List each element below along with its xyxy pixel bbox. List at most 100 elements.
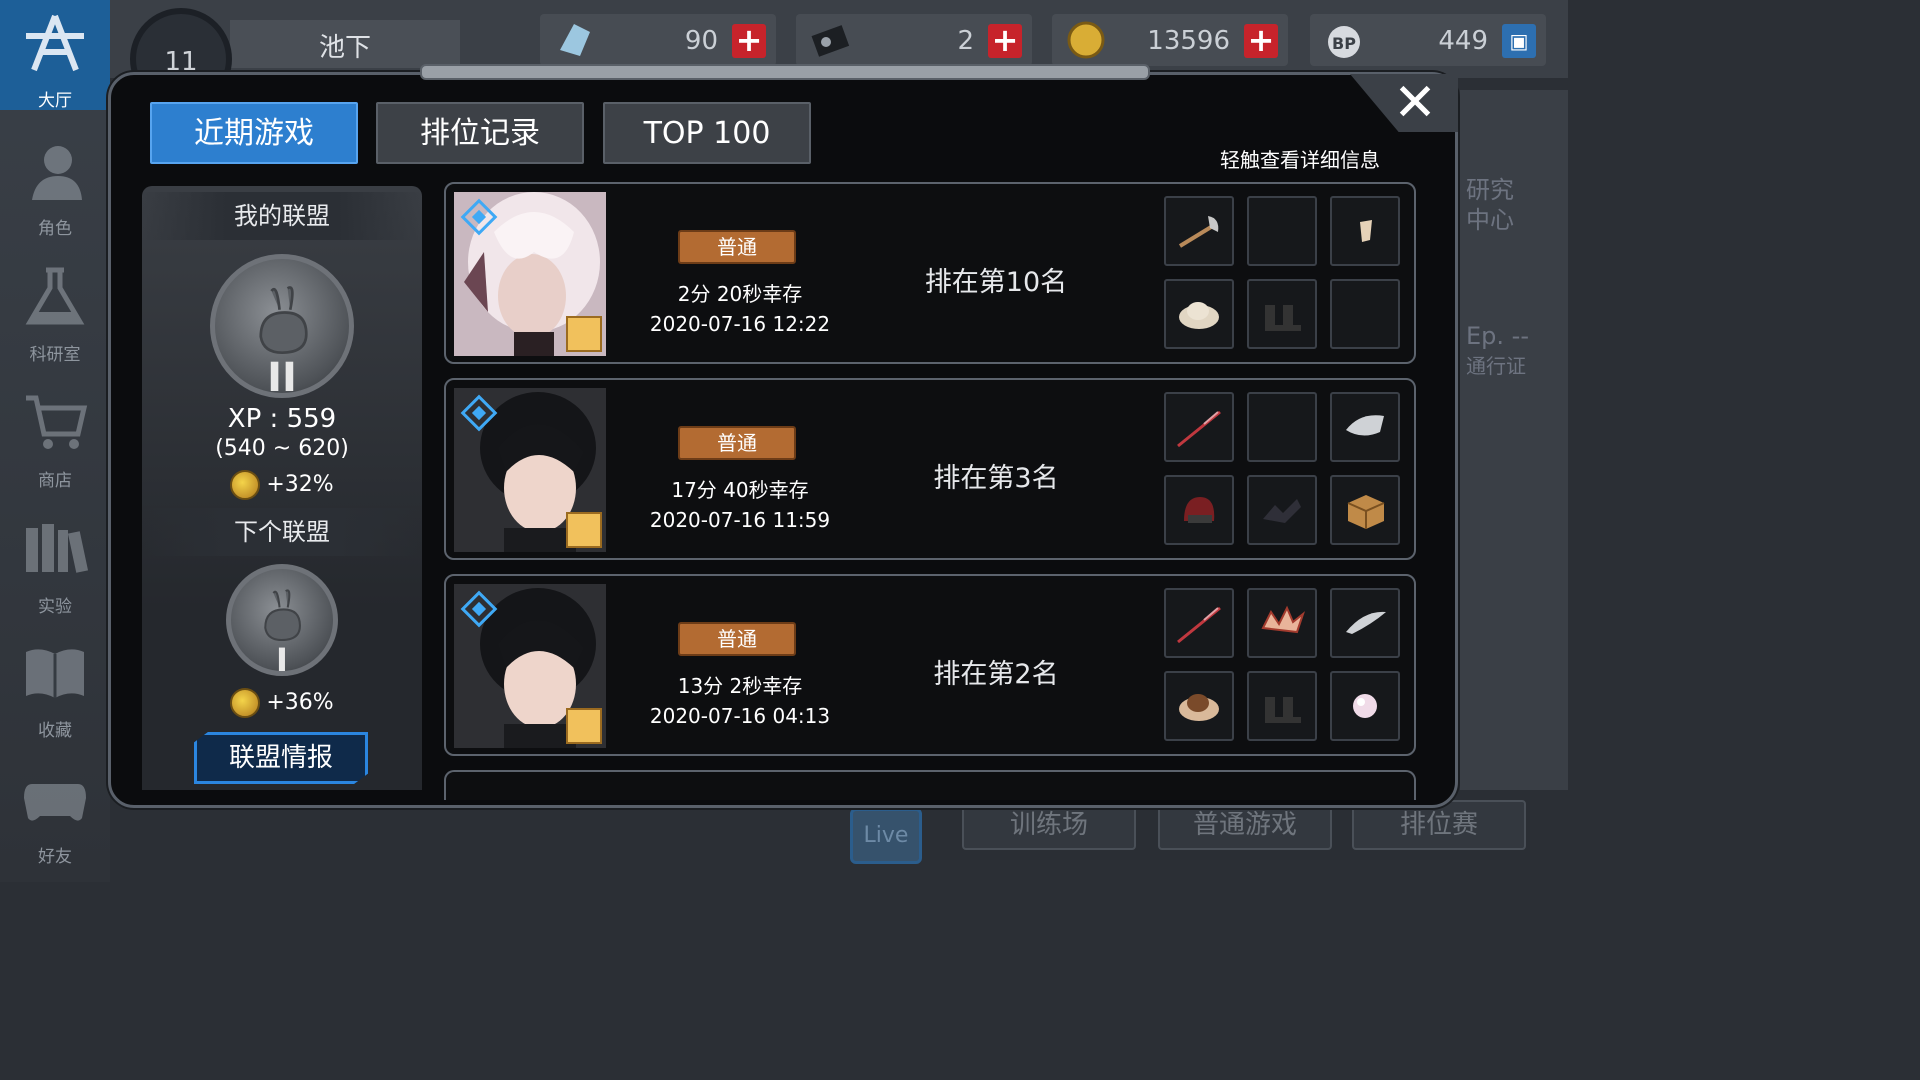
game-mode-badge: 普通 — [678, 230, 796, 264]
cart-icon — [26, 395, 88, 449]
item-slot[interactable] — [1330, 588, 1400, 658]
match-date: 2020-07-16 04:13 — [649, 704, 831, 728]
nav-item-character[interactable]: 角色 — [0, 128, 110, 239]
item-slot[interactable] — [1247, 671, 1317, 741]
add-coin-button[interactable]: + — [1244, 24, 1278, 58]
skin-badge-icon — [566, 708, 602, 744]
item-slot-empty[interactable] — [1330, 279, 1400, 349]
nav-label: 角色 — [38, 219, 72, 239]
nav-item-shop[interactable]: 商店 — [0, 380, 110, 491]
skin-badge-icon — [566, 512, 602, 548]
resource-value: 90 — [684, 26, 718, 56]
match-card[interactable]: 普通 2分 20秒幸存 2020-07-16 12:22 排在第10名 — [444, 182, 1416, 364]
item-slot[interactable] — [1164, 196, 1234, 266]
my-league-tier: II — [267, 355, 297, 401]
nav-label: 好友 — [38, 847, 72, 867]
item-slot[interactable] — [1164, 671, 1234, 741]
nav-item-friends[interactable]: 好友 — [0, 756, 110, 867]
gloves-icon — [1263, 499, 1301, 523]
nav-item-lab[interactable]: 科研室 — [0, 254, 110, 365]
item-slot[interactable] — [1330, 475, 1400, 545]
item-slot[interactable] — [1330, 392, 1400, 462]
bonus-value: +32% — [266, 472, 334, 497]
open-book-icon — [26, 649, 84, 698]
blade-icon — [1177, 606, 1221, 644]
tab-top-100[interactable]: TOP 100 — [603, 102, 811, 164]
item-slot[interactable] — [1164, 475, 1234, 545]
details-hint: 轻触查看详细信息 — [1220, 148, 1380, 172]
armor-icon — [1346, 415, 1384, 436]
bonus-value: +36% — [266, 690, 334, 715]
nav-label: 大厅 — [38, 91, 72, 111]
item-slot-empty[interactable] — [1247, 196, 1317, 266]
add-ticket-button[interactable]: + — [988, 24, 1022, 58]
next-league-medal: I — [226, 564, 338, 679]
coin-icon — [230, 688, 261, 718]
resource-bp: BP 449 ▣ — [1310, 14, 1546, 66]
character-portrait — [454, 584, 606, 748]
item-slot[interactable] — [1164, 392, 1234, 462]
item-slot[interactable] — [1247, 279, 1317, 349]
my-league-medal: II — [210, 254, 354, 401]
item-slot[interactable] — [1164, 279, 1234, 349]
nav-item-experiment[interactable]: 实验 — [0, 506, 110, 617]
bp-ticket-button[interactable]: ▣ — [1502, 24, 1536, 58]
ticket-icon — [811, 25, 850, 57]
match-rank: 排在第3名 — [933, 463, 1059, 494]
lobby-icon — [26, 14, 84, 72]
survival-time: 13分 2秒幸存 — [677, 674, 803, 698]
survival-time: 2分 20秒幸存 — [677, 282, 803, 306]
coin-icon — [230, 470, 261, 500]
item-slot[interactable] — [1330, 196, 1400, 266]
coin-icon — [1067, 21, 1105, 59]
character-portrait — [454, 388, 606, 552]
books-icon — [26, 524, 88, 573]
nav-label: 实验 — [38, 597, 72, 617]
resource-value: 449 — [1438, 26, 1488, 56]
next-league-tier: I — [276, 641, 288, 679]
close-icon[interactable]: ✕ — [1388, 77, 1442, 132]
hat-icon — [1179, 302, 1219, 329]
nav-item-collection[interactable]: 收藏 — [0, 630, 110, 741]
live-button[interactable]: Live — [850, 808, 922, 864]
resource-value: 13596 — [1147, 26, 1230, 56]
item-slot[interactable] — [1330, 671, 1400, 741]
item-slot-empty[interactable] — [1247, 392, 1317, 462]
item-slot[interactable] — [1164, 588, 1234, 658]
helmet-icon — [1184, 497, 1215, 523]
nav-label: 收藏 — [38, 721, 72, 741]
bg-text: 中心 — [1466, 206, 1514, 234]
my-league-title: 我的联盟 — [142, 192, 422, 240]
axe-icon — [1178, 216, 1219, 248]
tab-recent-games[interactable]: 近期游戏 — [150, 102, 358, 164]
boots-icon — [1265, 697, 1301, 723]
resource-value: 2 — [957, 26, 974, 56]
nav-label: 商店 — [38, 471, 72, 491]
character-icon — [32, 146, 82, 200]
match-card[interactable]: 普通 17分 40秒幸存 2020-07-16 11:59 排在第3名 — [444, 378, 1416, 560]
rabbit-icon — [259, 286, 308, 355]
match-card-partial[interactable] — [444, 770, 1416, 800]
bg-text: Ep. -- — [1466, 322, 1529, 350]
nav-item-lobby[interactable]: 大厅 — [0, 0, 110, 111]
xp-value: XP : 559 — [227, 404, 337, 434]
match-card[interactable]: 普通 13分 2秒幸存 2020-07-16 04:13 排在第2名 — [444, 574, 1416, 756]
skin-badge-icon — [566, 316, 602, 352]
blade-icon — [1177, 410, 1221, 448]
crown-icon — [1261, 605, 1306, 634]
add-crystal-button[interactable]: + — [732, 24, 766, 58]
game-mode-badge: 普通 — [678, 622, 796, 656]
bracer-icon — [1360, 220, 1372, 242]
match-date: 2020-07-16 11:59 — [649, 508, 831, 532]
tab-ranked-records[interactable]: 排位记录 — [376, 102, 584, 164]
cloak-icon — [1346, 611, 1386, 634]
league-info-button[interactable]: 联盟情报 — [194, 732, 368, 784]
character-portrait — [454, 192, 606, 356]
crystal-icon — [560, 24, 590, 56]
box-icon — [1347, 495, 1385, 529]
background-right-panel: 研究 中心 Ep. -- 通行证 — [1460, 90, 1568, 790]
item-slot[interactable] — [1247, 588, 1317, 658]
item-slot[interactable] — [1247, 475, 1317, 545]
nav-label: 科研室 — [29, 345, 81, 365]
bg-text: 通行证 — [1466, 354, 1526, 378]
